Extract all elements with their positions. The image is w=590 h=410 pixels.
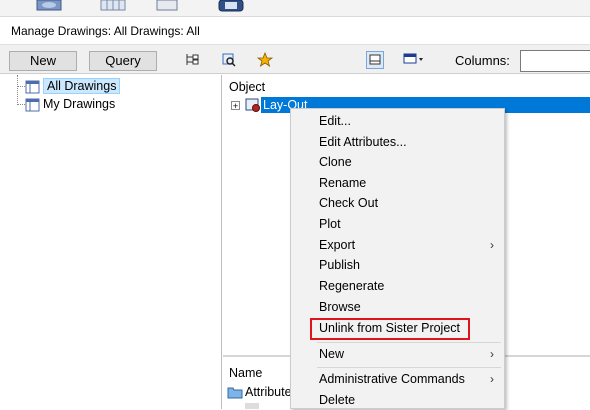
dialog-toolbar: New Query Columns: bbox=[0, 44, 590, 74]
submenu-arrow-icon: › bbox=[490, 238, 494, 252]
red-highlight-annotation bbox=[310, 318, 470, 340]
menu-separator bbox=[317, 367, 501, 368]
columns-input[interactable] bbox=[520, 50, 590, 72]
tree-item-my-drawings[interactable]: My Drawings bbox=[25, 95, 115, 113]
folder-icon bbox=[227, 385, 243, 399]
drawings-folder-icon bbox=[25, 80, 40, 94]
columns-label: Columns: bbox=[455, 53, 510, 68]
favorite-star-icon[interactable] bbox=[256, 51, 274, 68]
tree-connector bbox=[17, 75, 18, 105]
menu-item-clone[interactable]: Clone bbox=[291, 152, 504, 172]
menu-item-regenerate[interactable]: Regenerate bbox=[291, 276, 504, 296]
menu-separator bbox=[317, 342, 501, 343]
menu-item-browse[interactable]: Browse bbox=[291, 297, 504, 317]
submenu-arrow-icon: › bbox=[490, 347, 494, 361]
menu-item-edit-attributes[interactable]: Edit Attributes... bbox=[291, 132, 504, 152]
menu-item-publish[interactable]: Publish bbox=[291, 255, 504, 275]
view-options-dropdown-icon[interactable] bbox=[402, 51, 426, 69]
app-tool-icon-1[interactable] bbox=[34, 0, 64, 12]
app-tool-icon-3[interactable] bbox=[152, 0, 182, 12]
drawing-icon bbox=[245, 97, 261, 113]
app-tool-icon-4[interactable] bbox=[216, 0, 246, 12]
menu-item-export[interactable]: Export › bbox=[291, 235, 504, 255]
query-button[interactable]: Query bbox=[89, 51, 157, 71]
menu-item-new[interactable]: New › bbox=[291, 344, 504, 364]
tree-item-label: All Drawings bbox=[43, 78, 121, 94]
object-column-header: Object bbox=[229, 80, 266, 94]
drawings-folder-icon bbox=[25, 98, 40, 112]
app-toolbar bbox=[0, 0, 590, 17]
attribute-row-label[interactable]: Attribute bbox=[245, 385, 292, 399]
menu-item-administrative-commands[interactable]: Administrative Commands › bbox=[291, 369, 504, 389]
app-tool-icon-2[interactable] bbox=[98, 0, 128, 12]
tree-item-label: My Drawings bbox=[43, 97, 116, 111]
dialog-title: Manage Drawings: All Drawings: All bbox=[11, 24, 200, 38]
partial-row-icon bbox=[245, 403, 259, 409]
context-menu: Edit... Edit Attributes... Clone Rename … bbox=[290, 108, 505, 409]
dialog-titlebar: Manage Drawings: All Drawings: All bbox=[0, 18, 590, 43]
find-icon[interactable] bbox=[221, 52, 237, 68]
name-column-header: Name bbox=[229, 366, 263, 380]
new-button[interactable]: New bbox=[9, 51, 77, 71]
panel-toggle-icon[interactable] bbox=[366, 51, 384, 69]
menu-item-rename[interactable]: Rename bbox=[291, 173, 504, 193]
menu-item-edit[interactable]: Edit... bbox=[291, 111, 504, 131]
expand-icon[interactable]: + bbox=[231, 101, 240, 111]
tree-item-all-drawings[interactable]: All Drawings bbox=[25, 77, 121, 95]
submenu-arrow-icon: › bbox=[490, 372, 494, 386]
tree-connector bbox=[17, 86, 25, 87]
menu-item-check-out[interactable]: Check Out bbox=[291, 193, 504, 213]
menu-item-plot[interactable]: Plot bbox=[291, 214, 504, 234]
tree-view-icon[interactable] bbox=[184, 52, 200, 68]
tree-connector bbox=[17, 104, 25, 105]
drawings-tree-pane: All Drawings My Drawings bbox=[0, 75, 222, 409]
menu-item-delete[interactable]: Delete bbox=[291, 390, 504, 410]
